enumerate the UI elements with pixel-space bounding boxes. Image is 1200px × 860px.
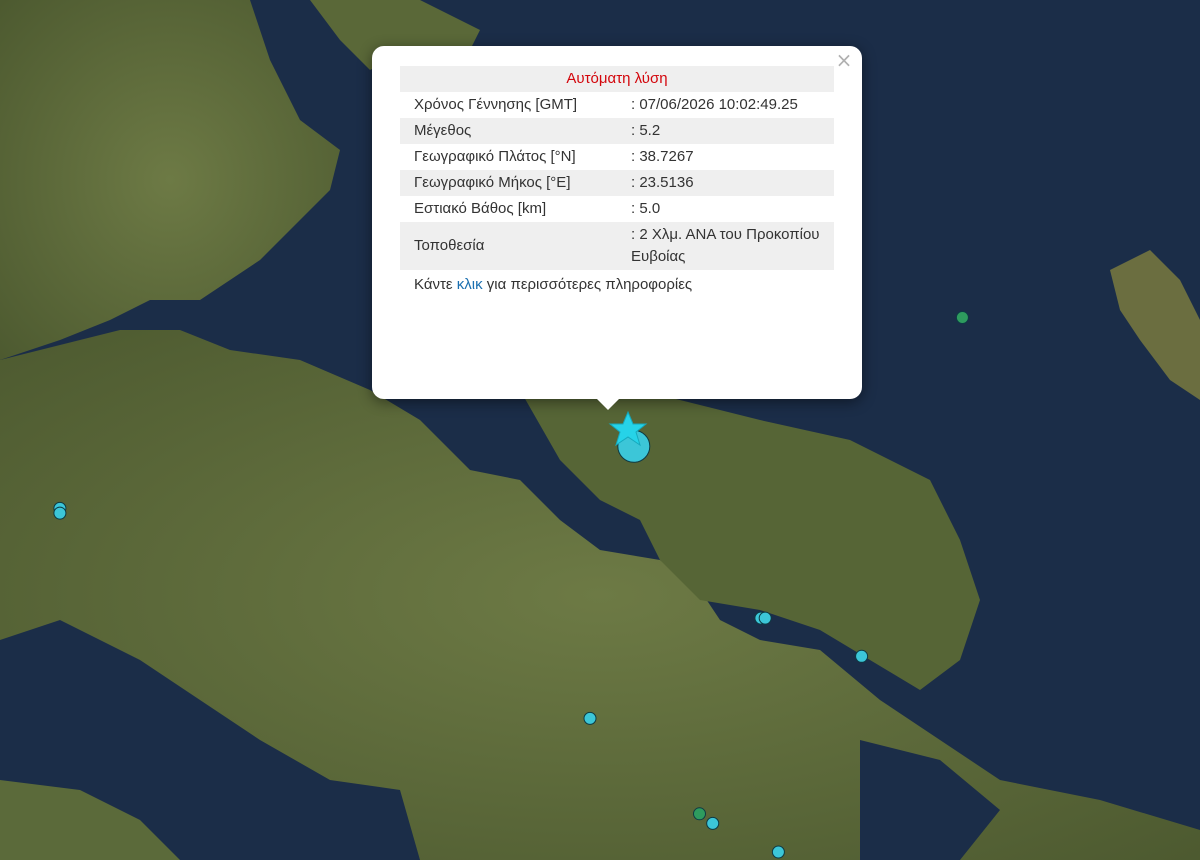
table-row: Χρόνος Γέννησης [GMT] : 07/06/2026 10:02…	[400, 92, 834, 118]
table-row: Μέγεθος : 5.2	[400, 118, 834, 144]
row-label: Εστιακό Βάθος [km]	[414, 200, 547, 217]
row-value: : 5.2	[631, 122, 661, 139]
earthquake-marker[interactable]	[53, 506, 67, 520]
table-row: Γεωγραφικό Μήκος [°E] : 23.5136	[400, 170, 834, 196]
earthquake-marker[interactable]	[583, 711, 597, 725]
popup-title: Αυτόματη λύση	[566, 70, 668, 87]
row-value: : 23.5136	[631, 174, 694, 191]
row-label: Γεωγραφικό Πλάτος [°N]	[414, 148, 576, 165]
earthquake-info-table: Αυτόματη λύση Χρόνος Γέννησης [GMT] : 07…	[400, 66, 834, 270]
earthquake-marker[interactable]	[706, 816, 720, 830]
earthquake-marker[interactable]	[855, 649, 869, 663]
earthquake-info-popup: × Αυτόματη λύση Χρόνος Γέννησης [GMT] : …	[372, 46, 862, 410]
popup-tip	[596, 398, 620, 410]
row-value: : 2 Χλμ. ΑΝΑ του Προκοπίου Ευβοίας	[631, 226, 820, 265]
earthquake-marker[interactable]	[693, 807, 706, 821]
close-icon[interactable]: ×	[834, 50, 854, 70]
table-row: Αυτόματη λύση	[400, 66, 834, 92]
table-row: Τοποθεσία : 2 Χλμ. ΑΝΑ του Προκοπίου Ευβ…	[400, 222, 834, 270]
earthquake-marker[interactable]	[758, 611, 772, 625]
earthquake-marker[interactable]	[771, 845, 785, 859]
row-label: Τοποθεσία	[414, 237, 485, 254]
more-info-suffix: για περισσότερες πληροφορίες	[482, 276, 693, 293]
table-row: Εστιακό Βάθος [km] : 5.0	[400, 196, 834, 222]
more-info-link[interactable]: κλικ	[457, 276, 483, 293]
earthquake-marker[interactable]	[955, 311, 969, 324]
row-value: : 38.7267	[631, 148, 694, 165]
row-label: Γεωγραφικό Μήκος [°E]	[414, 174, 571, 191]
row-label: Μέγεθος	[414, 122, 472, 139]
table-row: Γεωγραφικό Πλάτος [°N] : 38.7267	[400, 144, 834, 170]
row-value: : 07/06/2026 10:02:49.25	[631, 96, 798, 113]
more-info-prefix: Κάντε	[414, 276, 457, 293]
row-label: Χρόνος Γέννησης [GMT]	[414, 96, 578, 113]
row-value: : 5.0	[631, 200, 661, 217]
more-info-line: Κάντε κλικ για περισσότερες πληροφορίες	[400, 274, 834, 296]
